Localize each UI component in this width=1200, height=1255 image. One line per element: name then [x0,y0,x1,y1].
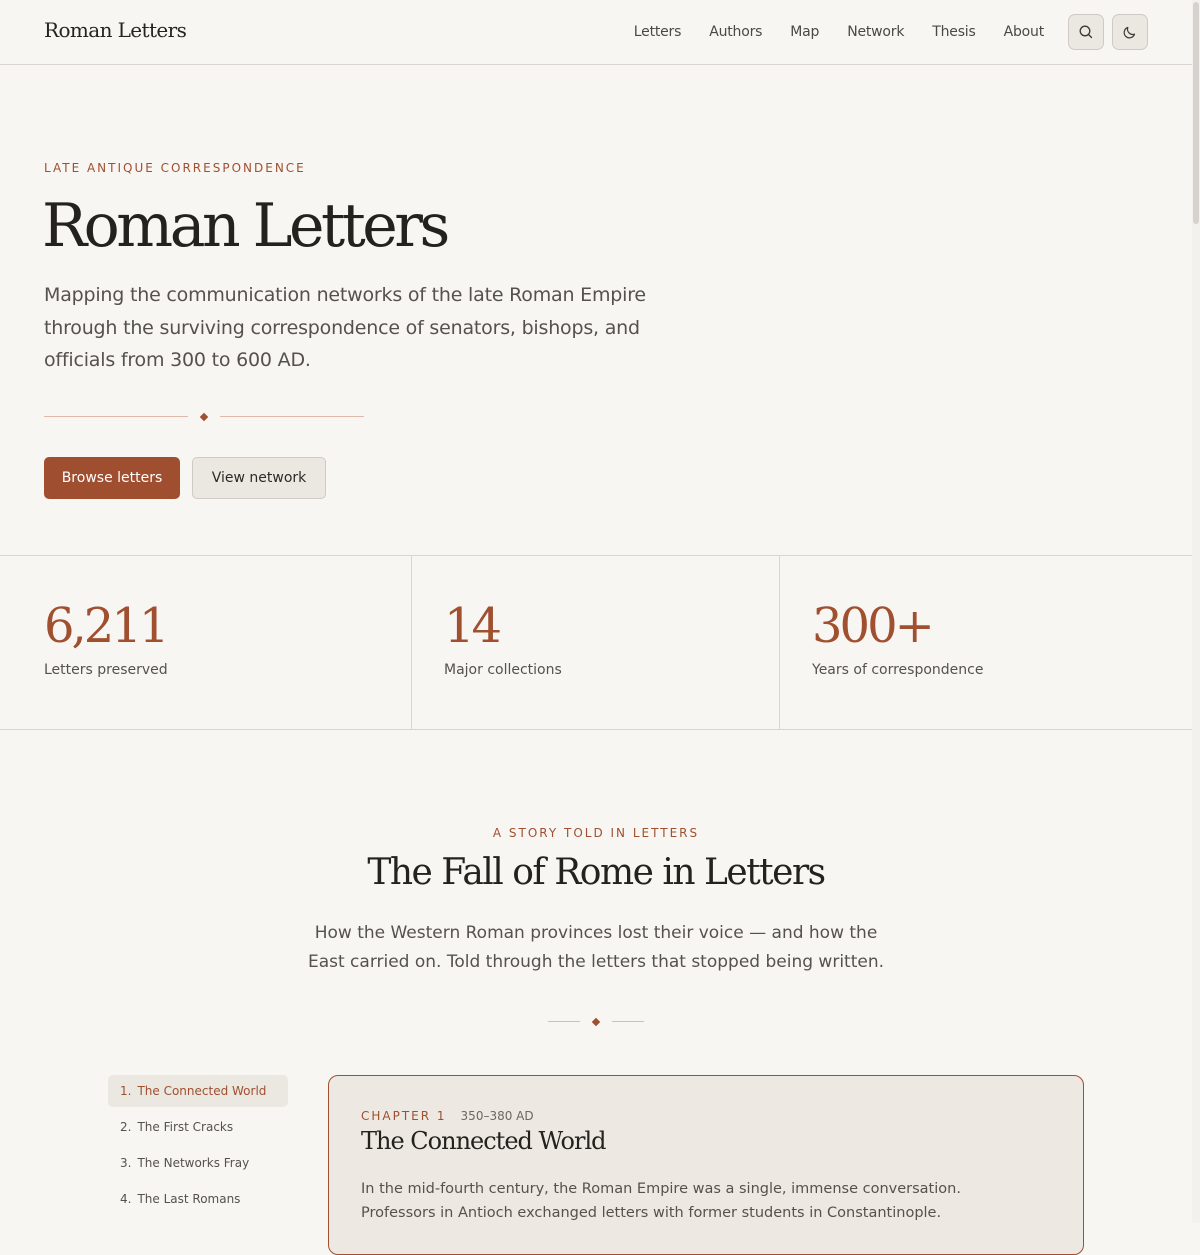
chapter-nav-item-1[interactable]: 1. The Connected World [108,1075,288,1107]
chapter-kicker: CHAPTER 1 350–380 AD [361,1109,534,1123]
main-nav: Letters Authors Map Network Thesis About [606,0,1044,64]
scrollbar-thumb[interactable] [1193,2,1199,224]
stat-label: Letters preserved [44,662,168,678]
stat-divider [411,556,412,729]
chapter-card: CHAPTER 1 350–380 AD The Connected World… [328,1075,1084,1255]
diamond-icon [199,412,209,422]
chapter-kicker-label: CHAPTER 1 [361,1109,447,1123]
stat-letters: 6,211 Letters preserved [44,556,404,729]
site-brand[interactable]: Roman Letters [44,18,187,42]
story-title: The Fall of Rome in Letters [367,852,826,893]
chapter-years: 350–380 AD [460,1109,534,1123]
hero-divider [44,412,364,422]
search-icon [1079,25,1093,39]
chapter-number: 1. [120,1084,132,1098]
stats-row: 6,211 Letters preserved 14 Major collect… [0,555,1192,730]
hero-eyebrow: LATE ANTIQUE CORRESPONDENCE [44,161,306,175]
story-divider [548,1017,644,1027]
chapter-title: The Connected World [361,1127,607,1155]
stat-divider [779,556,780,729]
chapter-nav-item-4[interactable]: 4. The Last Romans [108,1183,288,1215]
chapter-label: The First Cracks [137,1120,234,1134]
nav-thesis[interactable]: Thesis [932,24,976,40]
diamond-icon [591,1017,601,1027]
chapter-label: The Connected World [137,1084,267,1098]
chapter-label: The Networks Fray [137,1156,250,1170]
moon-icon [1123,26,1136,39]
nav-authors[interactable]: Authors [709,24,762,40]
browse-letters-button[interactable]: Browse letters [44,457,180,499]
stat-value: 300+ [812,598,935,654]
scrollbar[interactable] [1192,0,1200,1223]
stat-collections: 14 Major collections [444,556,764,729]
chapter-number: 3. [120,1156,132,1170]
stat-value: 6,211 [44,598,169,654]
nav-about[interactable]: About [1004,24,1045,40]
view-network-button[interactable]: View network [192,457,326,499]
stat-label: Major collections [444,662,562,678]
stat-value: 14 [444,598,502,654]
chapter-number: 2. [120,1120,132,1134]
nav-letters[interactable]: Letters [634,24,682,40]
nav-map[interactable]: Map [790,24,819,40]
chapter-nav-item-2[interactable]: 2. The First Cracks [108,1111,288,1143]
chapter-text: In the mid-fourth century, the Roman Emp… [361,1181,961,1221]
stat-label: Years of correspondence [812,662,984,678]
story-description: How the Western Roman provinces lost the… [307,923,885,972]
nav-network[interactable]: Network [847,24,904,40]
site-header: Roman Letters Letters Authors Map Networ… [0,0,1192,65]
search-button[interactable] [1068,14,1104,50]
chapter-label: The Last Romans [137,1192,241,1206]
story-eyebrow: A STORY TOLD IN LETTERS [492,826,700,840]
chapter-number: 4. [120,1192,132,1206]
hero-title: Roman Letters [42,191,450,261]
chapter-nav: 1. The Connected World 2. The First Crac… [108,1075,288,1219]
chapter-nav-item-3[interactable]: 3. The Networks Fray [108,1147,288,1179]
hero-description: Mapping the communication networks of th… [44,284,646,371]
stat-years: 300+ Years of correspondence [812,556,1172,729]
theme-toggle-button[interactable] [1112,14,1148,50]
